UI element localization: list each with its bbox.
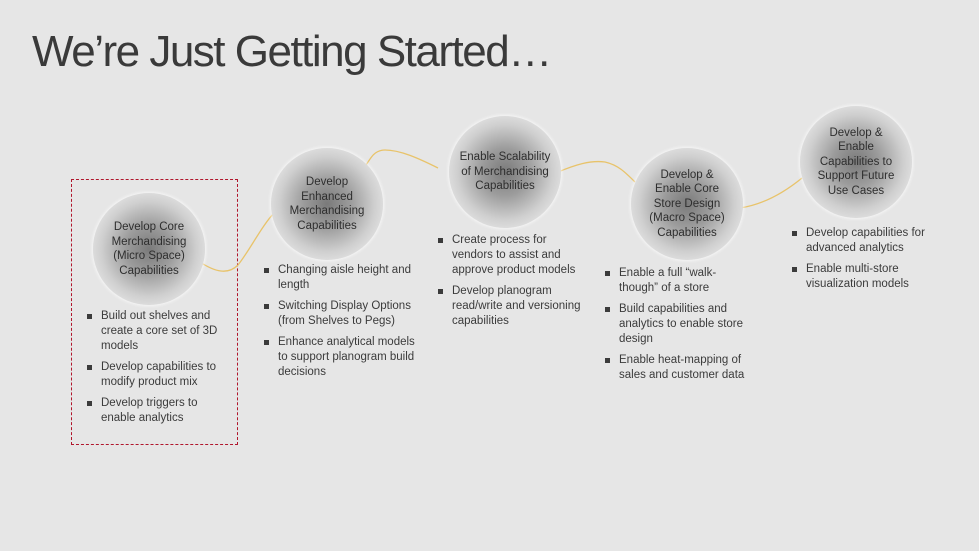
stage-node-1: Develop Core Merchandising (Micro Space)… <box>93 193 205 305</box>
stage-label-4: Develop & Enable Core Store Design (Macr… <box>649 168 725 239</box>
bullet-item: Develop planogram read/write and version… <box>438 284 588 329</box>
stage-node-4: Develop & Enable Core Store Design (Macr… <box>631 148 743 260</box>
stage-label-5: Develop & Enable Capabilities to Support… <box>817 126 895 197</box>
bullet-item: Build out shelves and create a core set … <box>87 309 227 354</box>
stage-node-2: Develop Enhanced Merchandising Capabilit… <box>271 148 383 260</box>
stage-bullets-4: Enable a full “walk-though” of a store B… <box>605 266 755 389</box>
bullet-item: Build capabilities and analytics to enab… <box>605 302 755 347</box>
bullet-item: Switching Display Options (from Shelves … <box>264 299 424 329</box>
stage-label-3: Enable Scalability of Merchandising Capa… <box>459 151 551 193</box>
bullet-item: Changing aisle height and length <box>264 263 424 293</box>
bullet-item: Develop triggers to enable analytics <box>87 396 227 426</box>
bullet-item: Enhance analytical models to support pla… <box>264 335 424 380</box>
stage-bullets-2: Changing aisle height and length Switchi… <box>264 263 424 386</box>
bullet-item: Enable multi-store visualization models <box>792 262 942 292</box>
bullet-item: Enable a full “walk-though” of a store <box>605 266 755 296</box>
bullet-item: Create process for vendors to assist and… <box>438 233 588 278</box>
stage-node-5: Develop & Enable Capabilities to Support… <box>800 106 912 218</box>
stage-bullets-5: Develop capabilities for advanced analyt… <box>792 226 942 298</box>
stage-bullets-3: Create process for vendors to assist and… <box>438 233 588 335</box>
stage-label-2: Develop Enhanced Merchandising Capabilit… <box>289 176 365 232</box>
stage-label-1: Develop Core Merchandising (Micro Space)… <box>111 221 187 277</box>
bullet-item: Develop capabilities for advanced analyt… <box>792 226 942 256</box>
stage-bullets-1: Build out shelves and create a core set … <box>87 309 227 432</box>
bullet-item: Develop capabilities to modify product m… <box>87 360 227 390</box>
stage-node-3: Enable Scalability of Merchandising Capa… <box>449 116 561 228</box>
bullet-item: Enable heat-mapping of sales and custome… <box>605 353 755 383</box>
